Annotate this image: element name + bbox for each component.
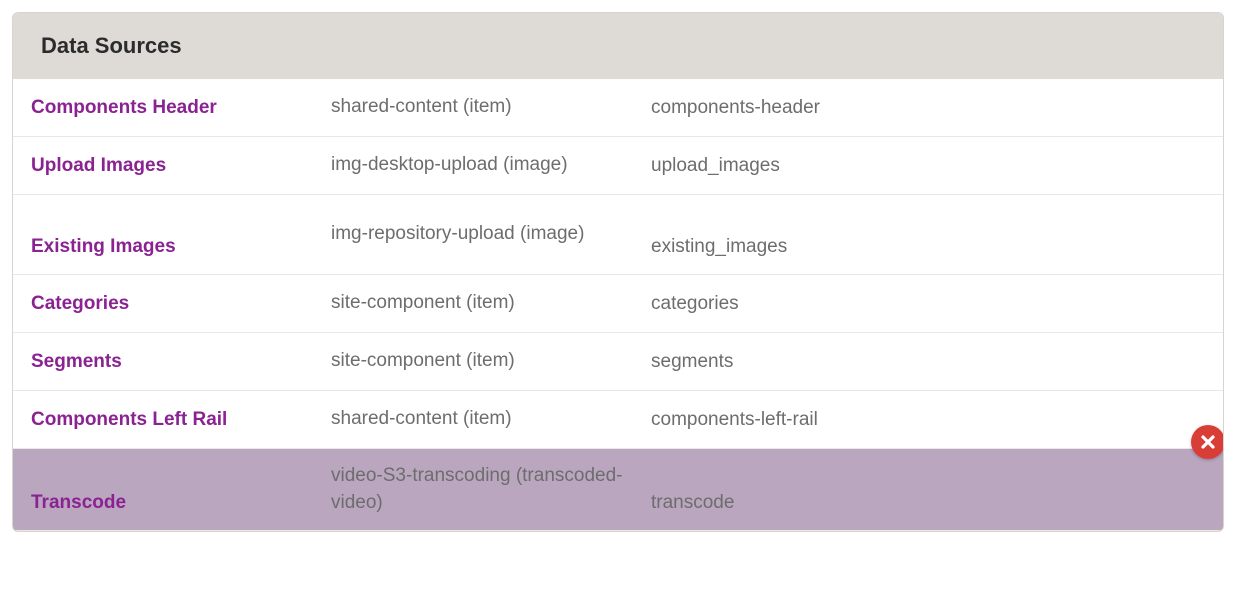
row-id: upload_images [651,155,1205,177]
table-row[interactable]: Existing Images img-repository-upload (i… [13,195,1223,275]
table-row[interactable]: Upload Images img-desktop-upload (image)… [13,137,1223,195]
row-name-link[interactable]: Existing Images [31,236,331,260]
row-id: components-header [651,97,1205,119]
row-type: shared-content (item) [331,406,651,433]
table-row[interactable]: Segments site-component (item) segments [13,333,1223,391]
table-row[interactable]: Components Left Rail shared-content (ite… [13,391,1223,449]
row-type: img-repository-upload (image) [331,221,651,248]
row-name-link[interactable]: Components Left Rail [31,409,331,431]
row-type: site-component (item) [331,290,651,317]
row-type: video-S3-transcoding (transcoded-video) [331,463,651,516]
table-row[interactable]: Components Header shared-content (item) … [13,79,1223,137]
row-name-link[interactable]: Upload Images [31,155,331,177]
row-name-link[interactable]: Components Header [31,97,331,119]
row-type: shared-content (item) [331,94,651,121]
row-name-link[interactable]: Transcode [31,492,331,516]
row-id: components-left-rail [651,409,1205,431]
row-type: site-component (item) [331,348,651,375]
table-row-selected[interactable]: Transcode video-S3-transcoding (transcod… [13,449,1223,531]
close-icon [1199,433,1217,451]
row-name-link[interactable]: Categories [31,293,331,315]
data-sources-panel: Data Sources Components Header shared-co… [12,12,1224,532]
row-id: segments [651,351,1205,373]
row-type: img-desktop-upload (image) [331,152,651,179]
panel-title: Data Sources [13,13,1223,79]
row-name-link[interactable]: Segments [31,351,331,373]
delete-row-button[interactable] [1191,425,1224,459]
row-id: transcode [651,492,1205,516]
row-id: existing_images [651,236,1205,260]
table-row[interactable]: Categories site-component (item) categor… [13,275,1223,333]
row-id: categories [651,293,1205,315]
